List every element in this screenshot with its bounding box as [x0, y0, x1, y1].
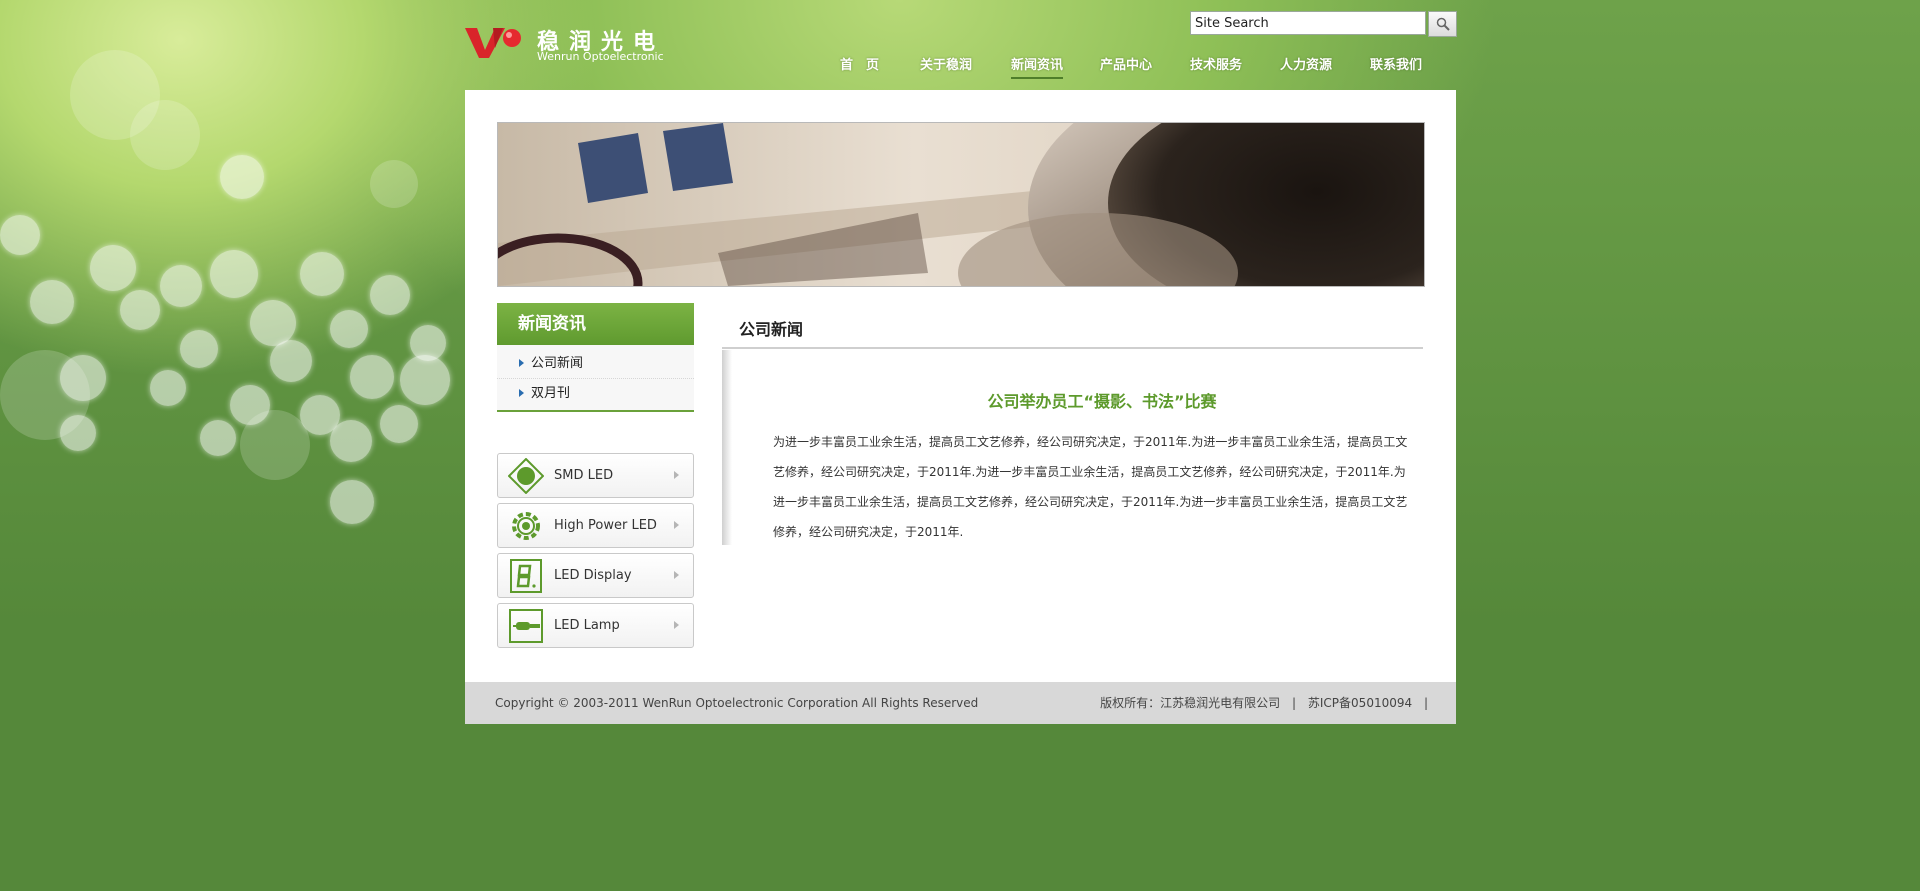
- chevron-right-icon: [674, 571, 679, 579]
- page-container: 稳润光电 Wenrun Optoelectronic 首 页 关于稳润 新闻资讯…: [465, 0, 1457, 891]
- chevron-right-icon: [674, 521, 679, 529]
- product-label: LED Lamp: [554, 618, 620, 633]
- chevron-right-icon: [674, 471, 679, 479]
- sidebar-item-label: 双月刊: [531, 386, 571, 401]
- brand-name-en: Wenrun Optoelectronic: [537, 50, 664, 63]
- search-button[interactable]: [1428, 11, 1457, 37]
- copyright-text: Copyright © 2003-2011 WenRun Optoelectro…: [495, 696, 979, 710]
- sidebar-item-company-news[interactable]: 公司新闻: [497, 349, 694, 378]
- nav-item-products[interactable]: 产品中心: [1100, 54, 1152, 73]
- smd-led-icon: [508, 458, 544, 494]
- footer-separator: |: [1423, 696, 1428, 710]
- sidebar-item-label: 公司新闻: [531, 356, 584, 371]
- nav-item-news[interactable]: 新闻资讯: [1011, 54, 1064, 79]
- main-panel: 新闻资讯 公司新闻 双月刊 SMD LED High Power LED LED…: [465, 90, 1456, 683]
- nav-item-tech-service[interactable]: 技术服务: [1190, 54, 1242, 73]
- sidebar-item-bimonthly[interactable]: 双月刊: [497, 378, 694, 408]
- triangle-right-icon: [519, 389, 524, 397]
- search-icon: [1436, 17, 1450, 31]
- led-display-icon: [510, 559, 542, 593]
- product-link-led-lamp[interactable]: LED Lamp: [497, 603, 694, 648]
- footer-rights: 版权所有：江苏稳润光电有限公司 | 苏ICP备05010094 |: [1092, 682, 1428, 724]
- article-title[interactable]: 公司举办员工“摄影、书法”比赛: [722, 388, 1482, 412]
- product-link-high-power-led[interactable]: High Power LED: [497, 503, 694, 548]
- product-link-smd-led[interactable]: SMD LED: [497, 453, 694, 498]
- article-body: 为进一步丰富员工业余生活，提高员工文艺修养，经公司研究决定，于2011年.为进一…: [773, 435, 1408, 539]
- section-divider: [722, 347, 1423, 349]
- banner-photo: [498, 123, 1424, 286]
- triangle-right-icon: [519, 359, 524, 367]
- product-label: SMD LED: [554, 468, 614, 483]
- nav-item-hr[interactable]: 人力资源: [1280, 54, 1332, 73]
- sidebar-list: 公司新闻 双月刊: [497, 345, 694, 412]
- news-content: 公司新闻 公司举办员工“摄影、书法”比赛 为进一步丰富员工业余生活，提高员工文艺…: [722, 302, 1423, 545]
- section-title: 公司新闻: [739, 320, 804, 339]
- sidebar: 新闻资讯 公司新闻 双月刊: [497, 303, 694, 412]
- wenrun-logo-icon: [465, 28, 521, 58]
- high-power-led-icon: [512, 512, 540, 540]
- footer: Copyright © 2003-2011 WenRun Optoelectro…: [465, 682, 1456, 724]
- footer-separator: |: [1292, 696, 1297, 710]
- product-link-led-display[interactable]: LED Display: [497, 553, 694, 598]
- nav-item-about[interactable]: 关于稳润: [920, 54, 972, 73]
- icp-link[interactable]: 苏ICP备05010094: [1308, 696, 1412, 710]
- header: 稳润光电 Wenrun Optoelectronic 首 页 关于稳润 新闻资讯…: [465, 0, 1457, 90]
- product-label: LED Display: [554, 568, 632, 583]
- search-input[interactable]: [1190, 11, 1426, 35]
- logo[interactable]: 稳润光电 Wenrun Optoelectronic: [465, 22, 675, 67]
- nav-item-home[interactable]: 首 页: [840, 54, 879, 73]
- chevron-right-icon: [674, 621, 679, 629]
- owner-text: 版权所有：江苏稳润光电有限公司: [1100, 696, 1281, 710]
- news-banner-image: [497, 122, 1425, 287]
- led-lamp-icon: [509, 609, 543, 643]
- sidebar-title: 新闻资讯: [497, 303, 694, 345]
- product-label: High Power LED: [554, 518, 657, 533]
- content-shadow: [722, 350, 732, 545]
- nav-item-contact[interactable]: 联系我们: [1370, 54, 1422, 73]
- site-search: [1190, 11, 1457, 39]
